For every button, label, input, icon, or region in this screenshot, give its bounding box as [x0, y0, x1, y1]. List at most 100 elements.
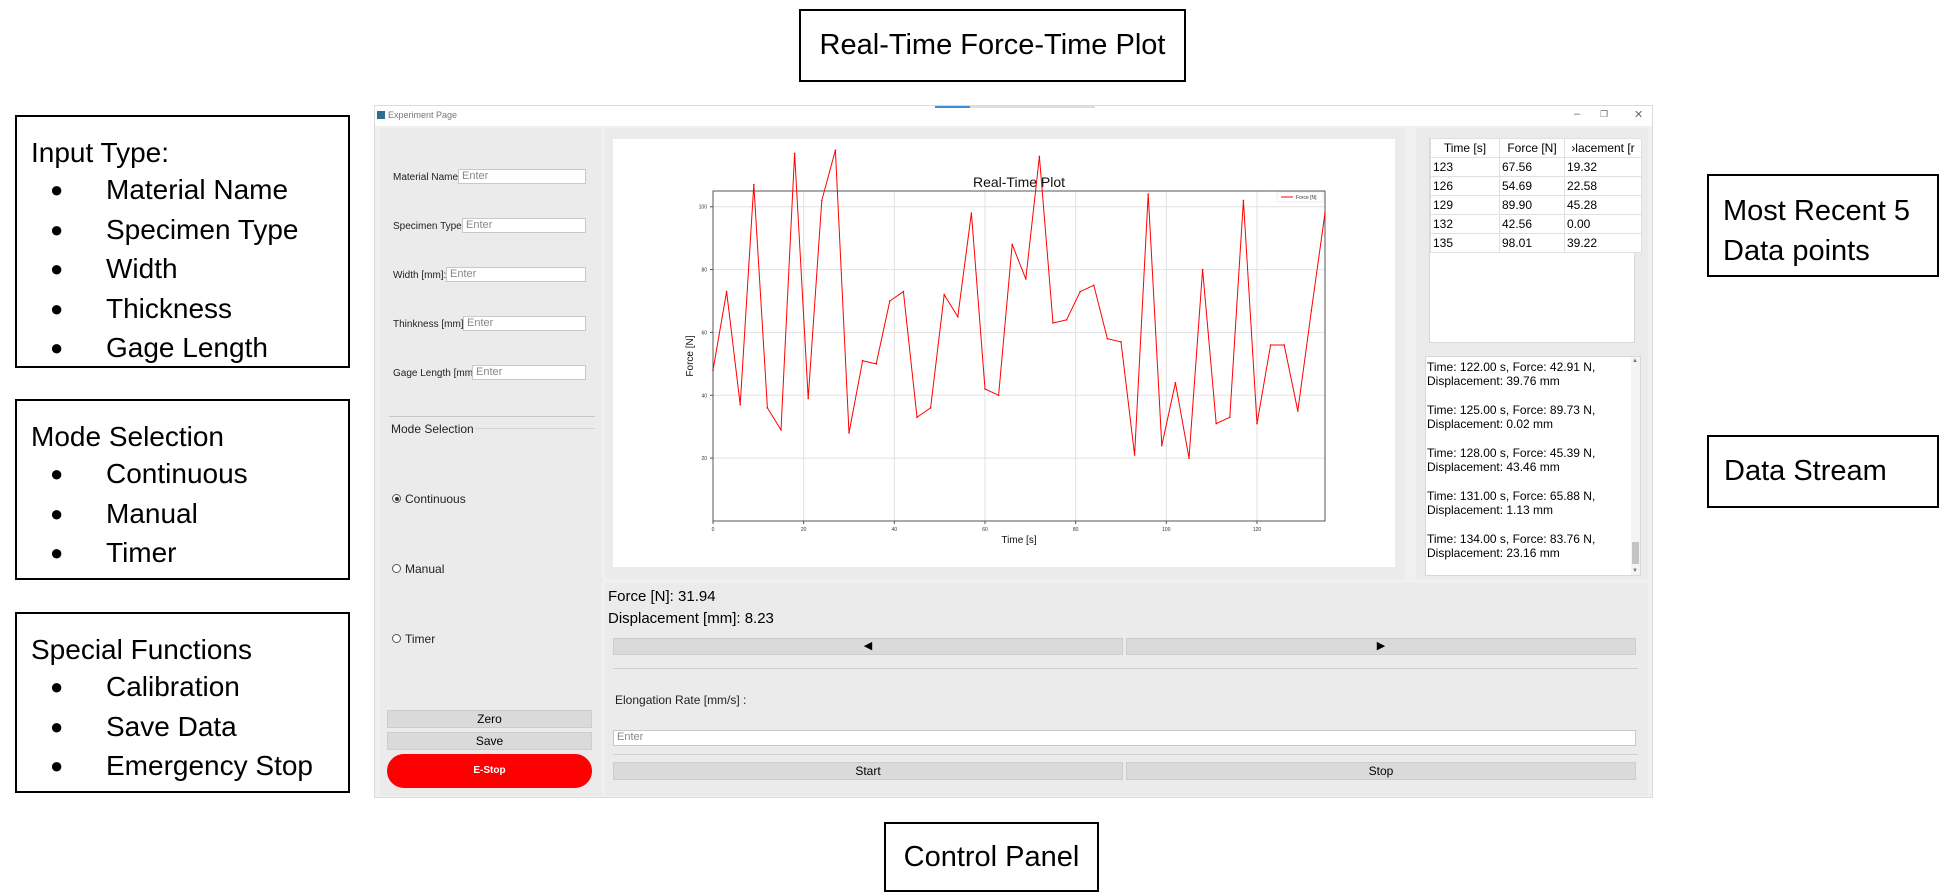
- data-point: [739, 403, 741, 406]
- estop-button[interactable]: E-Stop: [387, 754, 592, 788]
- list-item: Timer: [31, 533, 348, 573]
- save-button[interactable]: Save: [387, 732, 592, 750]
- table-cell: 98.01: [1499, 233, 1565, 253]
- scroll-thumb[interactable]: [1632, 542, 1639, 564]
- table-row[interactable]: 126 54.69 22.58: [1430, 176, 1642, 196]
- zero-button[interactable]: Zero: [387, 710, 592, 728]
- thickness-input[interactable]: Enter: [463, 316, 586, 331]
- data-point: [848, 432, 850, 434]
- table-row[interactable]: 135 98.01 39.22: [1430, 233, 1642, 253]
- specimen-type-input[interactable]: Enter: [462, 218, 586, 233]
- stream-scrollbar[interactable]: ▲ ▼: [1631, 357, 1640, 575]
- material-name-input[interactable]: Enter: [458, 169, 586, 184]
- table-cell: 129: [1430, 195, 1500, 215]
- mode-divider: [389, 416, 595, 417]
- data-point: [1324, 212, 1326, 214]
- y-tick-label: 40: [701, 393, 707, 399]
- data-point: [1161, 444, 1163, 447]
- mode-selection-callout: Mode Selection Continuous Manual Timer: [15, 399, 350, 580]
- y-axis-label: Force [N]: [685, 335, 696, 376]
- table-cell: 67.56: [1499, 157, 1565, 177]
- chart-title: Real-Time Plot: [973, 174, 1065, 190]
- jog-right-button[interactable]: ▶: [1126, 638, 1636, 655]
- data-point: [916, 416, 918, 419]
- mode-selection-callout-title: Mode Selection: [31, 421, 225, 452]
- data-point: [766, 407, 769, 409]
- data-point: [861, 359, 864, 362]
- stream-line: Time: 128.00 s, Force: 45.39 N,: [1427, 446, 1596, 460]
- gage-length-input[interactable]: Enter: [472, 365, 586, 380]
- data-point: [1242, 199, 1245, 202]
- table-cell: 0.00: [1564, 214, 1642, 234]
- minimize-button[interactable]: –: [1574, 108, 1580, 120]
- gage-length-label: Gage Length [mm]:: [393, 368, 479, 379]
- data-point: [1201, 268, 1204, 271]
- data-point: [1269, 344, 1272, 346]
- data-point: [889, 300, 891, 302]
- data-point: [1256, 422, 1258, 425]
- radio-label: Timer: [405, 632, 436, 646]
- stream-line: Time: 125.00 s, Force: 89.73 N,: [1427, 403, 1596, 417]
- table-cell: 22.58: [1564, 176, 1642, 196]
- start-button[interactable]: Start: [613, 762, 1123, 780]
- x-tick-label: 120: [1253, 527, 1262, 533]
- data-point: [1079, 290, 1081, 293]
- radio-timer[interactable]: Timer: [392, 632, 435, 646]
- width-label: Width [mm]:: [393, 270, 447, 281]
- stop-button[interactable]: Stop: [1126, 762, 1636, 780]
- specimen-type-label: Specimen Type:: [393, 221, 465, 232]
- app-icon: [377, 111, 385, 119]
- scroll-down-icon[interactable]: ▼: [1632, 568, 1638, 574]
- maximize-button[interactable]: ❐: [1600, 109, 1608, 120]
- y-tick-label: 20: [701, 456, 707, 462]
- data-point: [793, 152, 796, 155]
- recent-callout-line2: Data points: [1723, 235, 1870, 267]
- jog-left-button[interactable]: ◀: [613, 638, 1123, 655]
- table-row[interactable]: 123 67.56 19.32: [1430, 157, 1642, 177]
- data-point: [780, 429, 782, 431]
- radio-continuous[interactable]: Continuous: [392, 492, 466, 506]
- control-divider: [613, 754, 1638, 755]
- data-point: [957, 315, 959, 318]
- arrow-right-icon: ▶: [1376, 640, 1386, 652]
- table-cell: 89.90: [1499, 195, 1565, 215]
- data-point: [1093, 284, 1095, 287]
- x-tick-label: 100: [1162, 527, 1171, 533]
- special-functions-list: Calibration Save Data Emergency Stop: [31, 667, 348, 786]
- table-cell: 54.69: [1499, 176, 1565, 196]
- data-point: [807, 397, 809, 400]
- radio-label: Continuous: [405, 492, 466, 506]
- mode-selection-title: Mode Selection: [391, 422, 474, 436]
- x-tick-label: 60: [982, 527, 988, 533]
- stream-line: Time: 134.00 s, Force: 83.76 N,: [1427, 532, 1596, 546]
- list-item: Calibration: [31, 667, 348, 707]
- mode-divider-right: [475, 428, 595, 429]
- table-row[interactable]: 132 42.56 0.00: [1430, 214, 1642, 234]
- stream-entry: Time: 128.00 s, Force: 45.39 N, Displacem…: [1427, 446, 1640, 474]
- input-type-list: Material Name Specimen Type Width Thickn…: [31, 170, 348, 368]
- width-input[interactable]: Enter: [446, 267, 586, 282]
- table-header[interactable]: ›lacement [r: [1564, 138, 1642, 158]
- radio-dot: [392, 634, 401, 644]
- stream-line: Displacement: 39.76 mm: [1427, 374, 1560, 388]
- plot-panel: 0 20 40 60 80 100 120 20 40 60 80 100 Real-Time Plot…: [613, 139, 1395, 567]
- control-divider: [613, 668, 1638, 669]
- stream-line: Displacement: 1.13 mm: [1427, 503, 1554, 517]
- force-readout: Force [N]: 31.94: [608, 588, 716, 605]
- data-stream-log[interactable]: Time: 122.00 s, Force: 42.91 N, Displacem…: [1425, 356, 1641, 576]
- elongation-rate-input[interactable]: Enter: [613, 730, 1636, 746]
- y-tick-label: 60: [701, 330, 707, 336]
- radio-manual[interactable]: Manual: [392, 562, 444, 576]
- table-row[interactable]: 129 89.90 45.28: [1430, 195, 1642, 215]
- input-type-callout: Input Type: Material Name Specimen Type …: [15, 115, 350, 368]
- data-point: [1065, 319, 1068, 321]
- table-header[interactable]: Force [N]: [1499, 138, 1565, 158]
- data-point: [943, 293, 945, 296]
- stream-entry: Time: 134.00 s, Force: 83.76 N, Displacem…: [1427, 532, 1640, 560]
- displacement-readout: Displacement [mm]: 8.23: [608, 610, 774, 627]
- special-functions-title: Special Functions: [31, 634, 253, 665]
- data-point: [1174, 381, 1177, 384]
- table-header[interactable]: Time [s]: [1430, 138, 1500, 158]
- scroll-up-icon[interactable]: ▲: [1632, 358, 1638, 364]
- close-button[interactable]: ✕: [1634, 108, 1643, 121]
